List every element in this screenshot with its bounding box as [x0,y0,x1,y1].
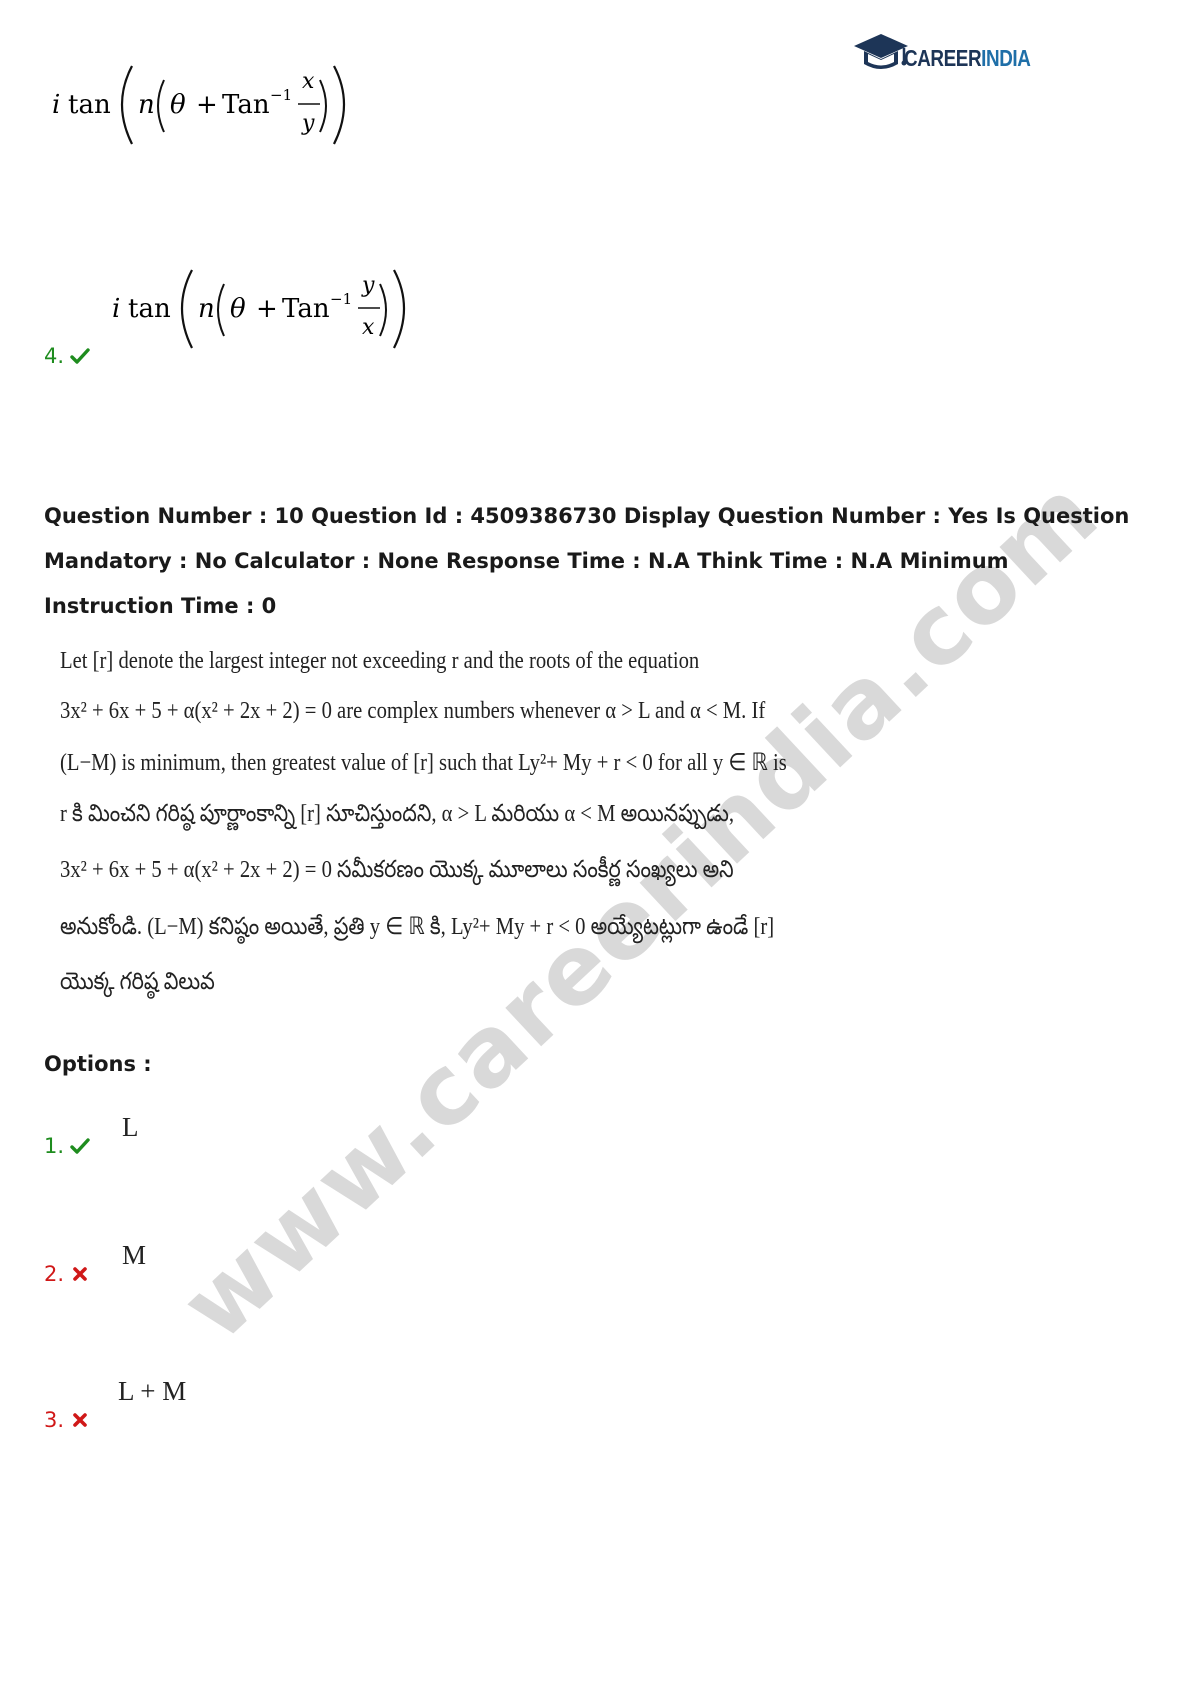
formula-prefix-i: i [112,294,120,324]
question-line-1: Let [r] denote the largest integer not e… [60,648,700,674]
option3-formula-prev: i tan n θ + Tan −1 x y [52,58,372,150]
option1-value: L [122,1112,139,1142]
formula-theta: θ [170,90,186,120]
check-icon [70,1138,90,1154]
option2-label: 2. [44,1262,65,1286]
formula-tan: tan [128,294,171,324]
formula-numerator: x [302,69,315,94]
formula-n: n [138,90,155,120]
option4-label: 4. [44,344,65,368]
formula-denominator: x [362,315,375,340]
option3-label: 3. [44,1408,65,1432]
formula-power: −1 [270,86,292,104]
option2-number: 2. [44,1262,90,1286]
formula-tan: tan [68,90,111,120]
question-line-4: r కి మించని గరిష్ఠ పూర్ణాంకాన్ని [r] సూచ… [60,801,735,827]
question-line-7: యొక్క గరిష్ఠ విలువ [60,969,215,995]
careerindia-logo: CAREERINDIA [852,32,1058,78]
cross-icon [73,1267,87,1281]
formula-func: Tan [282,294,330,324]
formula-denominator: y [301,111,315,136]
formula-theta: θ [230,294,246,324]
logo-wordmark: CAREERINDIA [904,44,1031,72]
check-icon [70,348,90,364]
question-line-2: 3x² + 6x + 5 + α(x² + 2x + 2) = 0 are co… [60,698,766,724]
option3-value: L + M [118,1376,187,1406]
question-line-5: 3x² + 6x + 5 + α(x² + 2x + 2) = 0 సమీకరణ… [60,857,734,883]
question-line-6: అనుకోండి. (L−M) కనిష్ఠం అయితే, ప్రతి y ∈… [60,914,775,940]
option4-formula: i tan n θ + Tan −1 y x [112,262,432,354]
option3-number: 3. [44,1408,90,1432]
option2-value: M [122,1240,147,1270]
logo-text-india: INDIA [981,44,1031,71]
formula-numerator: y [361,273,375,298]
formula-power: −1 [330,290,352,308]
graduation-cap-icon [854,34,908,69]
option4-number: 4. [44,344,90,368]
option1-number: 1. [44,1134,90,1158]
options-label: Options : [44,1052,152,1076]
question-line-3: (L−M) is minimum, then greatest value of… [60,750,787,776]
question-header: Question Number : 10 Question Id : 45093… [44,504,1130,618]
option1-label: 1. [44,1134,65,1158]
formula-prefix-i: i [52,90,60,120]
formula-n: n [198,294,215,324]
formula-func: Tan [222,90,270,120]
formula-plus: + [196,90,218,120]
cross-icon [73,1413,87,1427]
logo-text-career: CAREER [904,44,982,71]
formula-plus: + [256,294,278,324]
